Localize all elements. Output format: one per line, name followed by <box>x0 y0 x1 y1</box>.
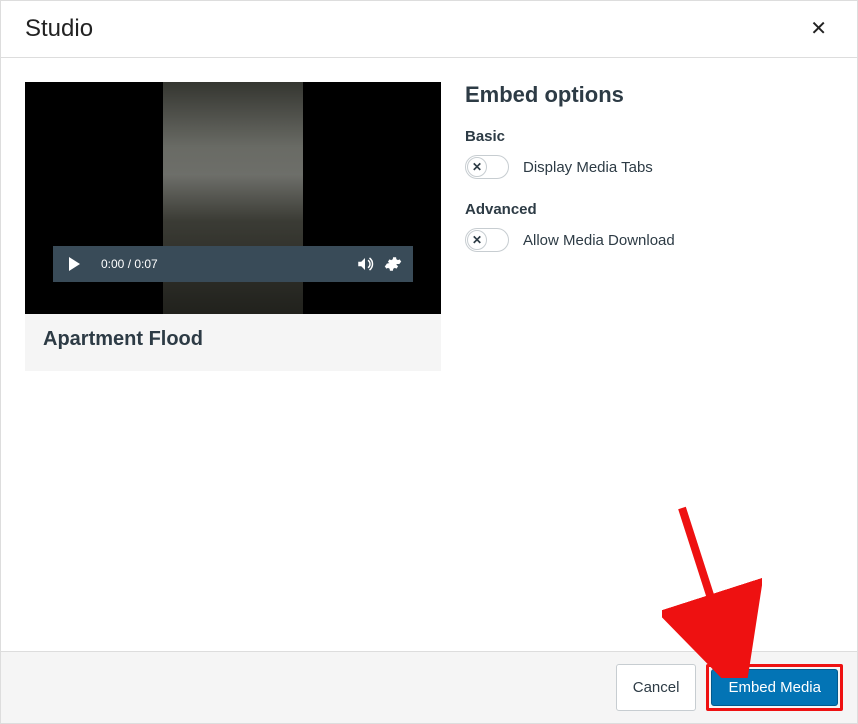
video-controls: 0:00 / 0:07 <box>53 246 413 282</box>
studio-embed-modal: Studio ✕ 0:00 / 0:07 <box>0 0 858 724</box>
display-media-tabs-label: Display Media Tabs <box>523 159 653 176</box>
embed-options-panel: Embed options Basic ✕ Display Media Tabs… <box>465 82 833 274</box>
allow-media-download-toggle[interactable]: ✕ <box>465 228 509 252</box>
close-icon: ✕ <box>810 18 827 40</box>
modal-title: Studio <box>25 15 93 43</box>
close-button[interactable]: ✕ <box>804 15 833 43</box>
allow-media-download-row: ✕ Allow Media Download <box>465 228 833 252</box>
modal-footer: Cancel Embed Media <box>1 651 857 723</box>
settings-button[interactable] <box>379 250 407 278</box>
play-button[interactable] <box>59 250 89 278</box>
advanced-section-label: Advanced <box>465 201 833 218</box>
video-title: Apartment Flood <box>25 314 441 371</box>
embed-media-button[interactable]: Embed Media <box>711 669 838 706</box>
video-player[interactable]: 0:00 / 0:07 <box>25 82 441 314</box>
embed-media-highlight: Embed Media <box>706 664 843 711</box>
video-time: 0:00 / 0:07 <box>101 257 158 271</box>
display-media-tabs-row: ✕ Display Media Tabs <box>465 155 833 179</box>
toggle-off-icon: ✕ <box>467 157 487 177</box>
video-card: 0:00 / 0:07 Apartment Flood <box>25 82 441 371</box>
cancel-button[interactable]: Cancel <box>616 664 697 711</box>
volume-button[interactable] <box>351 250 379 278</box>
toggle-off-icon: ✕ <box>467 230 487 250</box>
volume-icon <box>356 255 374 273</box>
basic-section-label: Basic <box>465 128 833 145</box>
modal-body: 0:00 / 0:07 Apartment Flood Embed option… <box>1 58 857 651</box>
embed-options-title: Embed options <box>465 82 833 108</box>
play-icon <box>69 257 80 271</box>
allow-media-download-label: Allow Media Download <box>523 232 675 249</box>
display-media-tabs-toggle[interactable]: ✕ <box>465 155 509 179</box>
gear-icon <box>384 255 402 273</box>
modal-header: Studio ✕ <box>1 1 857 58</box>
